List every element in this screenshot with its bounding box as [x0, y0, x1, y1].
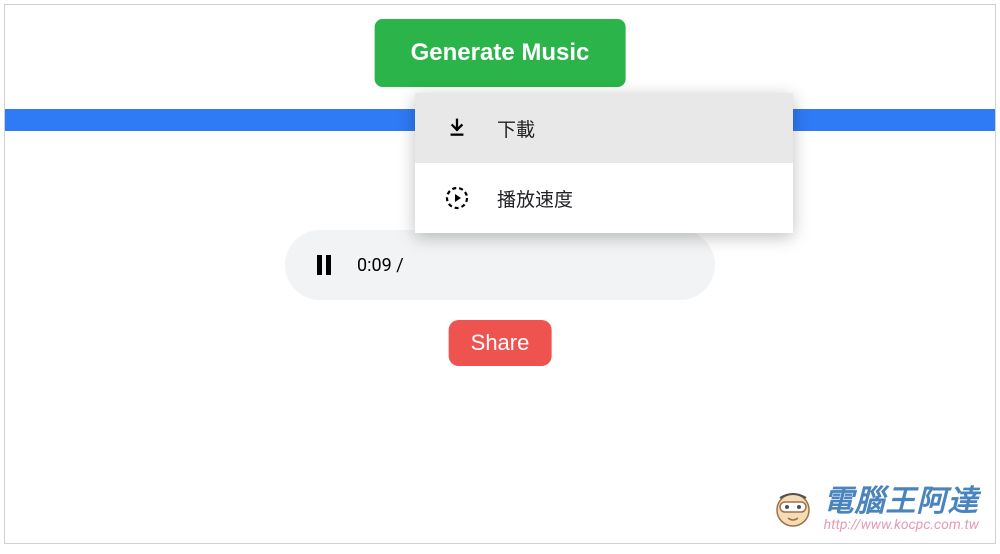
menu-item-playback-speed[interactable]: 播放速度 — [415, 163, 793, 233]
share-button[interactable]: Share — [449, 320, 552, 366]
watermark-logo-icon — [770, 486, 816, 532]
menu-item-label: 下載 — [497, 115, 535, 142]
watermark-url: http://www.kocpc.com.tw — [824, 518, 979, 533]
playback-speed-icon — [443, 184, 471, 212]
menu-item-label: 播放速度 — [497, 185, 573, 212]
playback-time: 0:09 / — [357, 255, 404, 276]
menu-item-download[interactable]: 下載 — [415, 93, 793, 163]
watermark-title: 電腦王阿達 — [824, 485, 979, 518]
download-icon — [443, 114, 471, 142]
context-menu: 下載 播放速度 — [415, 93, 793, 233]
app-frame: Generate Music 0:09 / Share 下載 — [4, 4, 996, 544]
audio-player: 0:09 / — [285, 230, 715, 300]
time-separator: / — [396, 255, 403, 276]
watermark-text: 電腦王阿達 http://www.kocpc.com.tw — [824, 485, 979, 533]
generate-music-button[interactable]: Generate Music — [375, 19, 626, 87]
current-time: 0:09 — [357, 255, 392, 276]
watermark: 電腦王阿達 http://www.kocpc.com.tw — [770, 485, 979, 533]
pause-button[interactable] — [309, 250, 339, 280]
pause-icon — [317, 255, 331, 275]
